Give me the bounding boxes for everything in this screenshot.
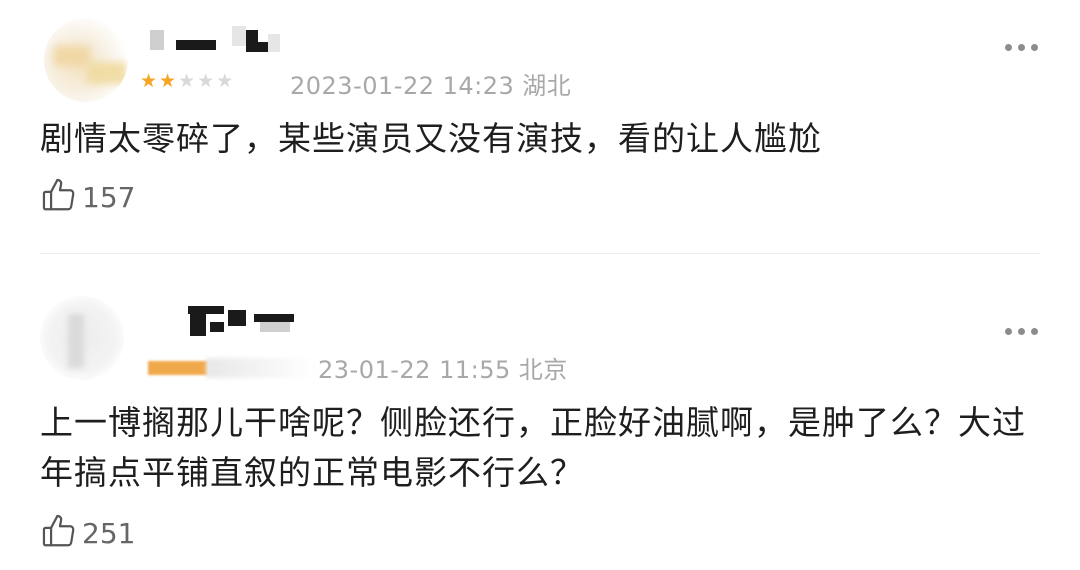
star-empty-icon: ★ <box>197 70 215 92</box>
comment-location: 湖北 <box>522 72 572 100</box>
comment-location: 北京 <box>518 356 568 384</box>
more-dots-icon[interactable] <box>1005 328 1038 335</box>
avatar[interactable] <box>44 18 128 102</box>
star-empty-icon: ★ <box>178 70 196 92</box>
comment-date: 23-01-22 11:55 <box>318 356 511 384</box>
comment-date: 2023-01-22 14:23 <box>290 72 515 100</box>
rating-stars: ★ ★ ★ ★ ★ <box>140 72 233 91</box>
comment-text: 剧情太零碎了，某些演员又没有演技，看的让人尴尬 <box>40 119 822 158</box>
thumbs-up-icon <box>40 512 78 554</box>
like-count: 157 <box>82 180 136 214</box>
comment-item: 23-01-22 11:55 北京 上一博搁那儿干啥呢？侧脸还行，正脸好油腻啊，是… <box>0 256 1080 570</box>
divider <box>40 253 1040 254</box>
star-filled-icon: ★ <box>159 70 177 92</box>
username-redacted[interactable] <box>150 22 290 62</box>
comment-text: 上一博搁那儿干啥呢？侧脸还行，正脸好油腻啊，是肿了么？大过年搞点平铺直叙的正常电… <box>40 403 1026 492</box>
star-filled-icon: ★ <box>140 70 158 92</box>
avatar[interactable] <box>40 296 124 380</box>
rating-redacted <box>148 361 208 375</box>
comment-item: ★ ★ ★ ★ ★ 2023-01-22 14:23 湖北 剧情太零碎了，某些演员… <box>0 0 1080 250</box>
thumbs-up-icon <box>40 176 78 218</box>
more-dots-icon[interactable] <box>1005 44 1038 51</box>
star-empty-icon: ★ <box>216 70 234 92</box>
like-button[interactable]: 251 <box>40 512 135 554</box>
username-redacted[interactable] <box>150 296 300 336</box>
comment-meta: 2023-01-22 14:23 湖北 <box>290 66 571 101</box>
comment-meta: 23-01-22 11:55 北京 <box>318 350 568 385</box>
comment-list: ★ ★ ★ ★ ★ 2023-01-22 14:23 湖北 剧情太零碎了，某些演员… <box>0 0 1080 570</box>
like-count: 251 <box>82 516 136 550</box>
like-button[interactable]: 157 <box>40 176 135 218</box>
